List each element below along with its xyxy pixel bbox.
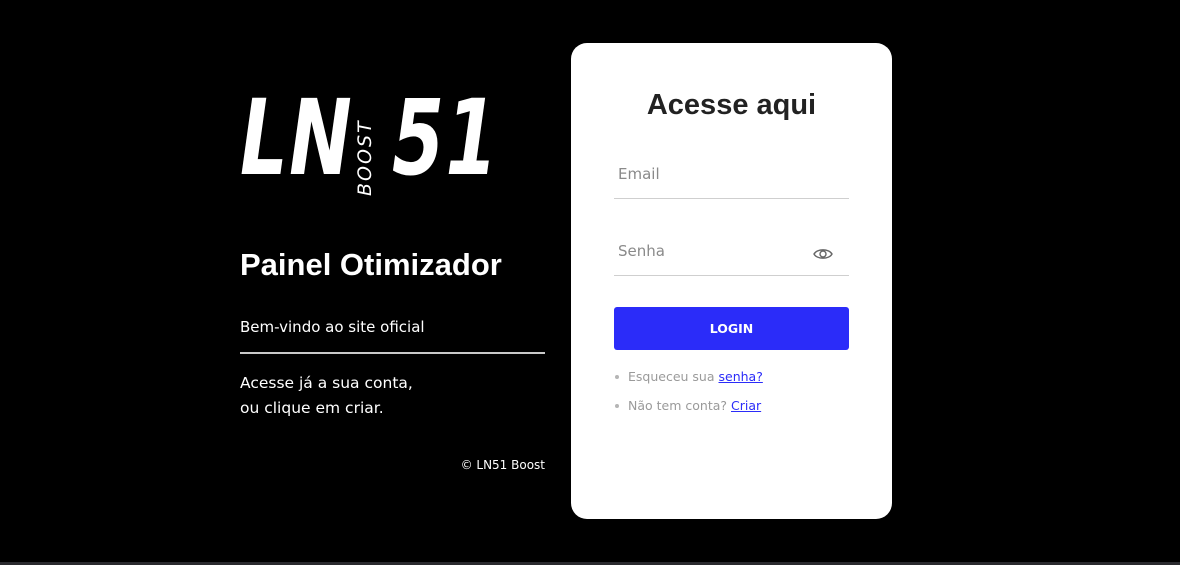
welcome-text: Bem-vindo ao site oficial <box>240 318 425 336</box>
password-input[interactable] <box>618 239 808 263</box>
brand-logo: LN BOOST 51 <box>240 77 505 199</box>
password-field-wrapper <box>614 231 849 276</box>
description-line-1: Acesse já a sua conta, <box>240 374 413 392</box>
signup-item: Não tem conta? Criar <box>614 398 763 414</box>
email-input[interactable] <box>618 162 808 186</box>
login-card: Acesse aqui LOGIN Esqueceu sua senha? Nã… <box>571 43 892 519</box>
login-page: LN BOOST 51 Painel Otimizador Bem-vindo … <box>0 0 1180 565</box>
description-line-2: ou clique em criar. <box>240 399 384 417</box>
logo-text-boost: BOOST <box>354 119 376 196</box>
copyright-text: © LN51 Boost <box>460 458 545 472</box>
brand-panel: LN BOOST 51 Painel Otimizador Bem-vindo … <box>240 0 545 565</box>
logo-text-51: 51 <box>392 77 500 199</box>
signup-link[interactable]: Criar <box>731 398 761 413</box>
divider <box>240 352 545 354</box>
logo-text-ln: LN <box>240 77 354 199</box>
help-links: Esqueceu sua senha? Não tem conta? Criar <box>614 369 763 427</box>
description: Acesse já a sua conta, ou clique em cria… <box>240 371 413 421</box>
signup-prefix: Não tem conta? <box>628 398 728 413</box>
eye-icon[interactable] <box>813 246 833 260</box>
card-title: Acesse aqui <box>646 89 817 121</box>
forgot-password-item: Esqueceu sua senha? <box>614 369 763 385</box>
forgot-password-prefix: Esqueceu sua <box>628 369 715 384</box>
login-button[interactable]: LOGIN <box>614 307 849 350</box>
email-field-wrapper <box>614 154 849 199</box>
panel-title: Painel Otimizador <box>240 247 502 282</box>
forgot-password-link[interactable]: senha? <box>719 369 763 384</box>
